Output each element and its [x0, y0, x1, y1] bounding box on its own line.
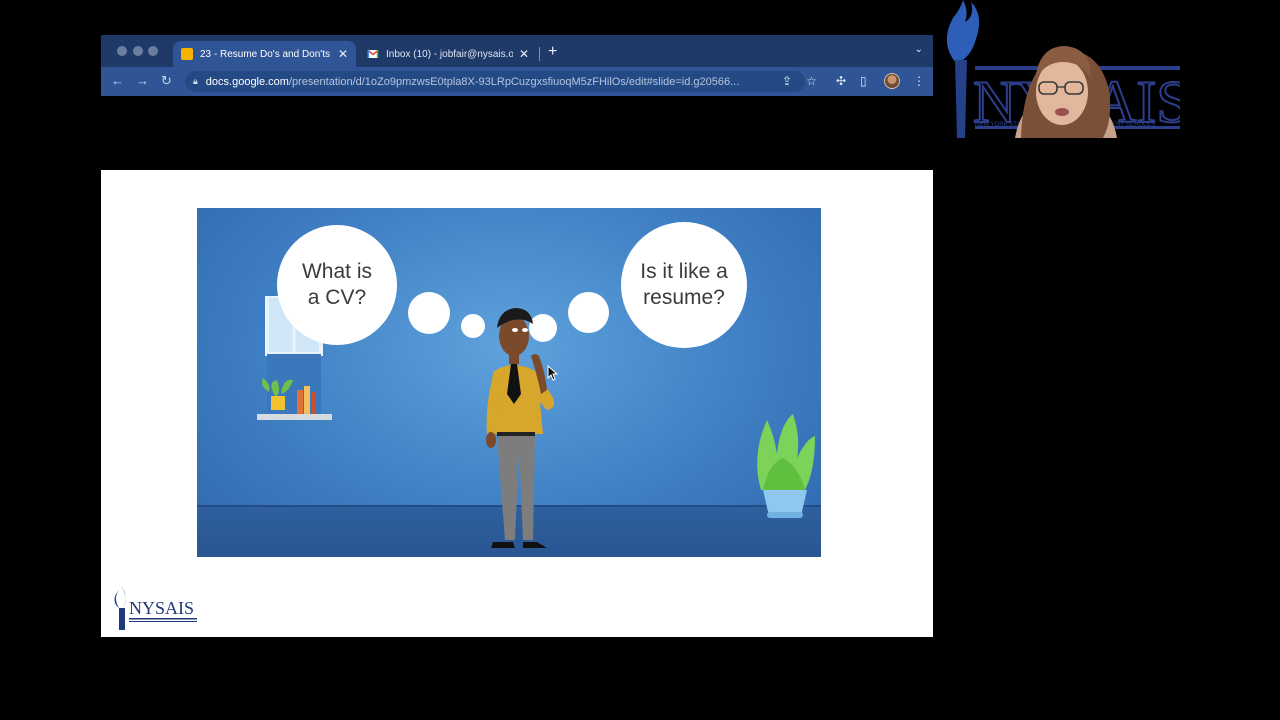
browser-toolbar: ← → ↻ 🔒︎ docs.google.com/presentation/d/…	[101, 67, 933, 96]
forward-arrow-icon[interactable]: →	[136, 73, 149, 89]
slide-video[interactable]: What is a CV? Is it like a resume?	[197, 208, 821, 557]
browser-window: 23 - Resume Do's and Don'ts ✕ Inbox (10)…	[101, 35, 933, 685]
bookmark-star-icon[interactable]: ☆	[806, 74, 817, 88]
webcam-background: NYSAIS NEW YORK STATE ASSOCIATION OF IND…	[946, 0, 1180, 138]
bubble-left-text: What is a CV?	[301, 260, 372, 309]
window-zoom-dot[interactable]	[148, 46, 158, 56]
presentation-slide: What is a CV? Is it like a resume? NYSAI…	[101, 170, 933, 637]
address-bar[interactable]: 🔒︎ docs.google.com/presentation/d/1oZo9p…	[185, 71, 805, 92]
screen: 23 - Resume Do's and Don'ts ✕ Inbox (10)…	[0, 0, 1280, 720]
window-minimize-dot[interactable]	[133, 46, 143, 56]
tab-separator	[539, 47, 540, 61]
presentation-letterbox-top	[101, 96, 933, 170]
close-icon[interactable]: ✕	[519, 47, 529, 61]
webcam-feed: NYSAIS NEW YORK STATE ASSOCIATION OF IND…	[935, 0, 1180, 138]
potted-plant-illustration	[757, 414, 815, 518]
nysais-logo-text: NYSAIS	[129, 598, 194, 618]
new-tab-plus-icon[interactable]: +	[548, 43, 557, 61]
extensions-puzzle-icon[interactable]: ✣	[836, 74, 846, 88]
share-icon[interactable]: ⇪	[782, 74, 792, 88]
thought-bubble-right: Is it like a resume?	[621, 222, 747, 348]
thought-dot	[568, 292, 609, 333]
thought-bubble-left: What is a CV?	[277, 225, 397, 345]
thinking-man-illustration	[486, 308, 555, 548]
nysais-logo: NYSAIS	[114, 586, 197, 630]
tab-resume-slides[interactable]: 23 - Resume Do's and Don'ts ✕	[173, 41, 356, 67]
profile-avatar[interactable]	[884, 73, 900, 89]
back-arrow-icon[interactable]: ←	[111, 73, 124, 89]
window-close-dot[interactable]	[117, 46, 127, 56]
slides-icon	[181, 48, 193, 60]
tab-title: Inbox (10) - jobfair@nysais.org	[386, 48, 513, 60]
reload-icon[interactable]: ↻	[161, 73, 172, 89]
tab-strip: 23 - Resume Do's and Don'ts ✕ Inbox (10)…	[101, 35, 933, 67]
tab-search-chevron-icon[interactable]: ⌄	[915, 44, 923, 55]
url-host: docs.google.com	[205, 75, 289, 88]
url-path: /presentation/d/1oZo9pmzwsE0tpla8X-93LRp…	[288, 75, 740, 88]
tab-title: 23 - Resume Do's and Don'ts	[200, 48, 330, 60]
bubble-right-text: Is it like a resume?	[640, 260, 728, 309]
mouse-cursor-icon	[547, 365, 559, 381]
kebab-menu-icon[interactable]: ⋮	[913, 74, 925, 88]
lock-icon: 🔒︎	[193, 76, 198, 86]
side-panel-icon[interactable]: ▯	[860, 74, 867, 88]
gmail-icon	[367, 49, 379, 58]
close-icon[interactable]: ✕	[338, 47, 348, 61]
tab-inbox[interactable]: Inbox (10) - jobfair@nysais.org ✕	[359, 41, 537, 67]
thought-dot	[408, 292, 450, 334]
